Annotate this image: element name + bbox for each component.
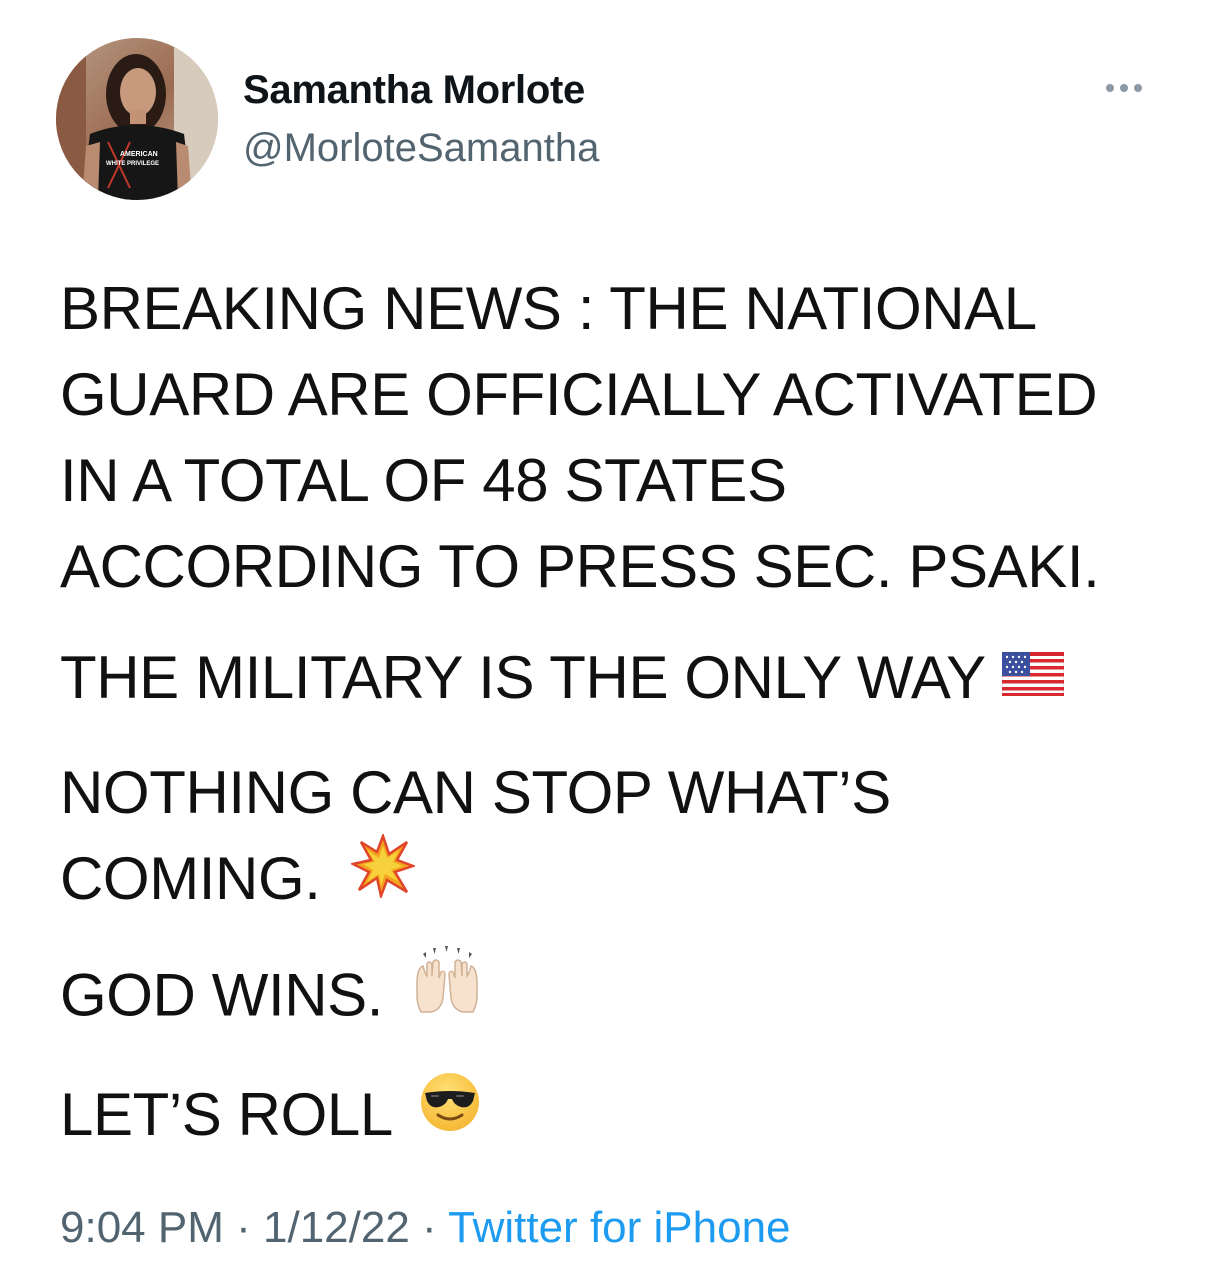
tweet-line: GOD WINS.: [60, 961, 384, 1029]
author-name[interactable]: Samantha Morlote: [243, 66, 585, 114]
author-handle[interactable]: @MorloteSamantha: [243, 124, 599, 172]
raising-hands-icon: [411, 945, 483, 1041]
tweet-time[interactable]: 9:04 PM: [60, 1203, 224, 1252]
sunglasses-face-icon: [419, 1070, 481, 1156]
tweet-meta: 9:04 PM · 1/12/22 · Twitter for iPhone: [60, 1200, 791, 1256]
tweet-line: IN A TOTAL OF 48 STATES: [60, 447, 787, 514]
tweet-paragraph: THE MILITARY IS THE ONLY WAY: [60, 635, 1170, 725]
tweet-line: THE MILITARY IS THE ONLY WAY: [60, 644, 986, 711]
tweet-paragraph: BREAKING NEWS : THE NATIONAL GUARD ARE OF…: [60, 266, 1170, 610]
tweet-paragraph: GOD WINS.: [60, 945, 1170, 1047]
collision-icon: [348, 832, 417, 921]
tweet-paragraph: NOTHING CAN STOP WHAT’S COMING.: [60, 750, 1170, 927]
more-dot-icon: [1106, 84, 1114, 92]
tweet: AMERICAN WHITE PRIVILEGE Samantha Morlot…: [0, 0, 1210, 1280]
tweet-line: GUARD ARE OFFICIALLY ACTIVATED: [60, 361, 1098, 428]
tweet-line: ACCORDING TO PRESS SEC. PSAKI.: [60, 533, 1100, 600]
separator: ·: [236, 1203, 251, 1252]
avatar[interactable]: AMERICAN WHITE PRIVILEGE: [56, 38, 218, 200]
us-flag-icon: [1001, 633, 1065, 719]
tweet-paragraph: LET’S ROLL: [60, 1072, 1170, 1162]
more-dot-icon: [1134, 84, 1142, 92]
tweet-source-link[interactable]: Twitter for iPhone: [448, 1203, 790, 1252]
more-dot-icon: [1120, 84, 1128, 92]
tweet-line: NOTHING CAN STOP WHAT’S: [60, 759, 891, 827]
tweet-text: BREAKING NEWS : THE NATIONAL GUARD ARE OF…: [60, 266, 1170, 1187]
tweet-date[interactable]: 1/12/22: [263, 1203, 410, 1252]
avatar-shirt-text: WHITE PRIVILEGE: [106, 161, 159, 167]
tweet-line: BREAKING NEWS : THE NATIONAL: [60, 275, 1037, 342]
separator: ·: [422, 1203, 437, 1252]
more-options-button[interactable]: [1098, 76, 1150, 100]
avatar-shirt-text: AMERICAN: [120, 151, 158, 158]
tweet-line: LET’S ROLL: [60, 1080, 393, 1148]
tweet-line: COMING.: [60, 845, 321, 913]
